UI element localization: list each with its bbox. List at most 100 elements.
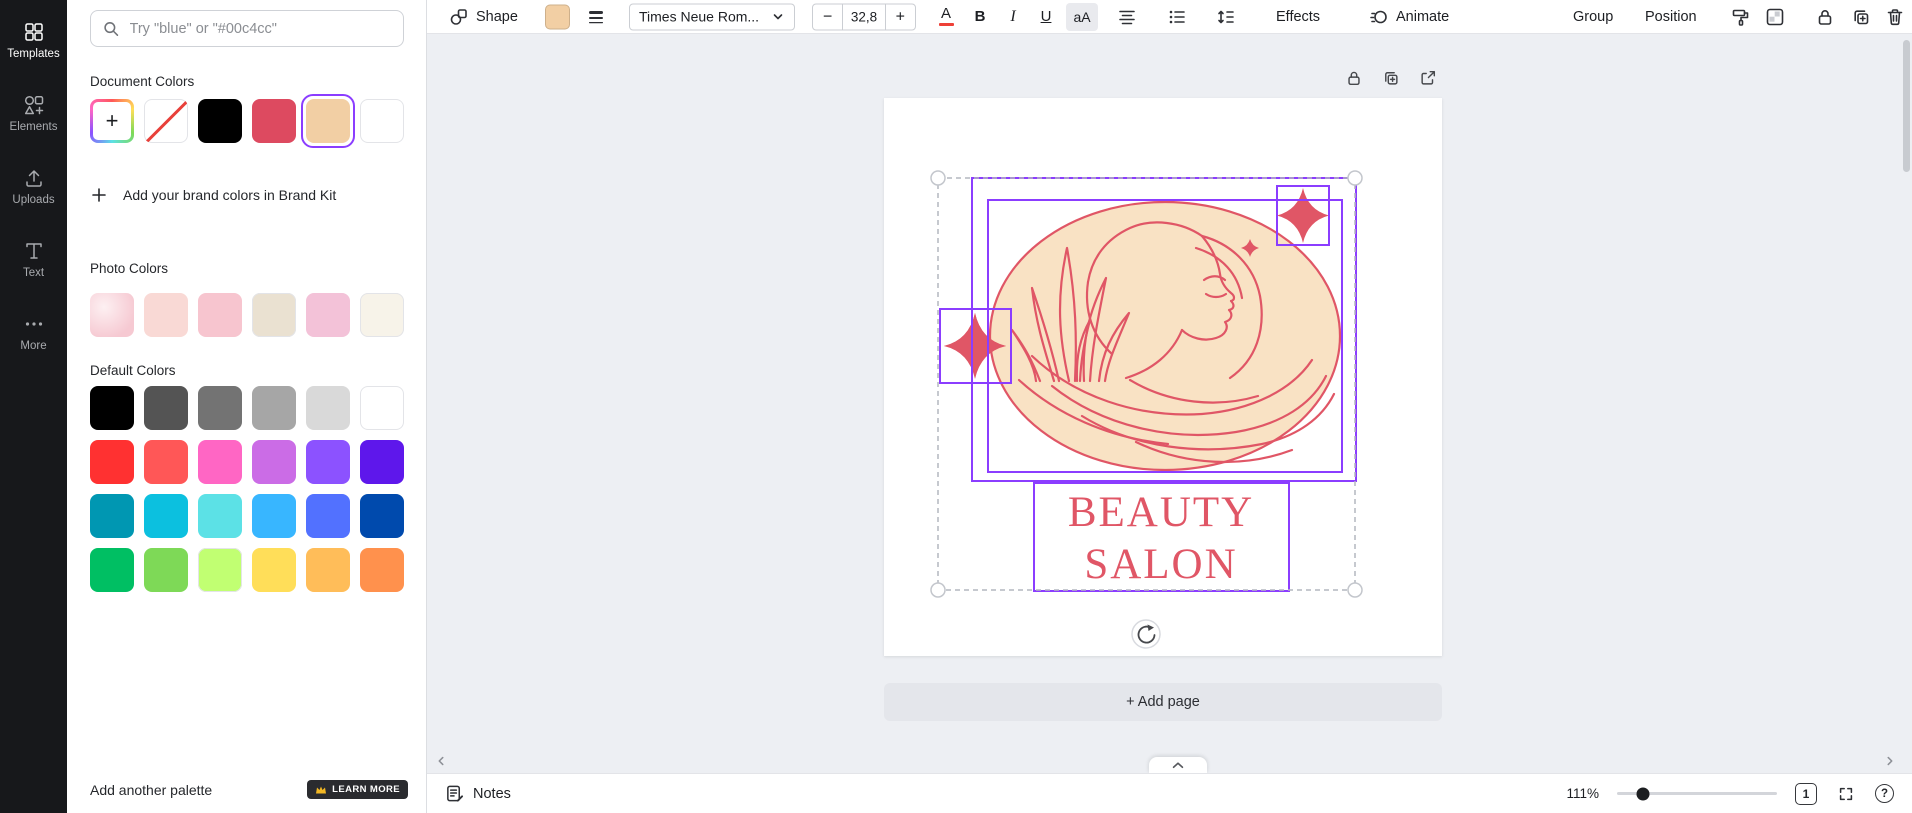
- color-swatch[interactable]: [360, 440, 404, 484]
- search-box[interactable]: [90, 10, 404, 47]
- expand-drawer-handle[interactable]: [1149, 757, 1207, 773]
- add-page-button[interactable]: + Add page: [884, 683, 1442, 721]
- color-swatch[interactable]: [90, 440, 134, 484]
- no-color-swatch[interactable]: [144, 99, 188, 143]
- scroll-right-button[interactable]: [1882, 753, 1898, 769]
- group-button[interactable]: Group: [1567, 3, 1619, 31]
- bold-button[interactable]: B: [966, 3, 994, 31]
- color-swatch[interactable]: [306, 386, 350, 430]
- color-swatch[interactable]: [360, 386, 404, 430]
- sidebar-item-uploads[interactable]: Uploads: [0, 150, 67, 223]
- color-swatch[interactable]: [144, 440, 188, 484]
- sidebar-item-text[interactable]: Text: [0, 223, 67, 296]
- fullscreen-button[interactable]: [1835, 783, 1857, 805]
- color-swatch[interactable]: [198, 494, 242, 538]
- logo-text-line1[interactable]: BEAUTY: [1068, 489, 1254, 536]
- page-indicator[interactable]: 1: [1795, 783, 1817, 805]
- scroll-left-button[interactable]: [433, 753, 449, 769]
- sidebar-item-templates[interactable]: Templates: [0, 4, 67, 77]
- lock-button[interactable]: [1811, 3, 1839, 31]
- color-swatch[interactable]: [306, 440, 350, 484]
- brand-kit-label: Add your brand colors in Brand Kit: [123, 187, 336, 203]
- logo-text-line2[interactable]: SALON: [1084, 541, 1237, 588]
- rotate-handle[interactable]: [1132, 620, 1160, 648]
- color-swatch[interactable]: [360, 293, 404, 337]
- color-swatch[interactable]: [144, 386, 188, 430]
- copy-style-icon: [1731, 7, 1751, 27]
- selection-handle-bottom-right[interactable]: [1348, 583, 1362, 597]
- sidebar-item-elements[interactable]: Elements: [0, 77, 67, 150]
- help-button[interactable]: ?: [1875, 784, 1894, 803]
- duplicate-selection-button[interactable]: [1381, 68, 1401, 88]
- selected-color-swatch[interactable]: [306, 99, 350, 143]
- color-swatch[interactable]: [198, 548, 242, 592]
- color-swatch[interactable]: [144, 548, 188, 592]
- effects-button[interactable]: Effects: [1270, 3, 1326, 31]
- color-swatch[interactable]: [252, 386, 296, 430]
- color-swatch[interactable]: [144, 494, 188, 538]
- color-swatch[interactable]: [90, 386, 134, 430]
- sidebar-item-more[interactable]: More: [0, 296, 67, 369]
- color-swatch[interactable]: [198, 386, 242, 430]
- fill-color-button[interactable]: [545, 4, 570, 29]
- vertical-scrollbar[interactable]: [1903, 40, 1910, 172]
- transparency-button[interactable]: [1761, 3, 1789, 31]
- color-swatch[interactable]: [90, 548, 134, 592]
- selection-handle-top-left[interactable]: [931, 171, 945, 185]
- color-swatch[interactable]: [198, 440, 242, 484]
- move-selection-button[interactable]: [1418, 68, 1438, 88]
- add-brand-colors-button[interactable]: Add your brand colors in Brand Kit: [90, 186, 336, 204]
- font-name: Times Neue Rom...: [639, 9, 759, 25]
- zoom-level[interactable]: 111%: [1561, 786, 1599, 801]
- color-swatch[interactable]: [90, 494, 134, 538]
- underline-button[interactable]: U: [1032, 3, 1060, 31]
- text-align-button[interactable]: [1113, 3, 1141, 31]
- add-color-button[interactable]: +: [90, 99, 134, 143]
- color-swatch[interactable]: [198, 293, 242, 337]
- duplicate-button[interactable]: [1847, 3, 1875, 31]
- color-swatch[interactable]: [306, 293, 350, 337]
- text-color-button[interactable]: A: [932, 3, 960, 31]
- border-style-button[interactable]: [583, 3, 609, 31]
- font-size-decrease-button[interactable]: −: [813, 4, 842, 29]
- beauty-salon-logo[interactable]: BEAUTY SALON: [884, 98, 1442, 656]
- color-swatch[interactable]: [252, 99, 296, 143]
- add-another-palette-link[interactable]: Add another palette: [90, 782, 212, 798]
- search-input[interactable]: [128, 20, 391, 38]
- font-size-value[interactable]: 32,8: [842, 4, 885, 29]
- notes-button[interactable]: Notes: [445, 784, 511, 803]
- line-spacing-button[interactable]: [1212, 3, 1240, 31]
- color-swatch[interactable]: [90, 293, 134, 337]
- font-size-increase-button[interactable]: +: [886, 4, 915, 29]
- color-swatch[interactable]: [252, 440, 296, 484]
- color-swatch[interactable]: [252, 293, 296, 337]
- logo-artwork[interactable]: BEAUTY SALON: [944, 188, 1340, 588]
- color-swatch[interactable]: [360, 548, 404, 592]
- text-case-button[interactable]: aA: [1066, 3, 1098, 31]
- zoom-slider-knob[interactable]: [1637, 787, 1650, 800]
- sparkle-star-small[interactable]: [1277, 188, 1329, 243]
- learn-more-button[interactable]: LEARN MORE: [307, 780, 408, 799]
- color-swatch[interactable]: [306, 548, 350, 592]
- design-page[interactable]: BEAUTY SALON: [884, 98, 1442, 656]
- color-swatch[interactable]: [252, 548, 296, 592]
- color-swatch[interactable]: [360, 494, 404, 538]
- position-button[interactable]: Position: [1639, 3, 1703, 31]
- color-swatch[interactable]: [144, 293, 188, 337]
- italic-button[interactable]: I: [999, 3, 1027, 31]
- bullet-list-button[interactable]: [1163, 3, 1191, 31]
- font-family-select[interactable]: Times Neue Rom...: [629, 3, 795, 30]
- lock-selection-button[interactable]: [1344, 68, 1364, 88]
- selection-handle-bottom-left[interactable]: [931, 583, 945, 597]
- color-swatch[interactable]: [252, 494, 296, 538]
- animate-button[interactable]: Animate: [1363, 3, 1455, 31]
- selection-handle-top-right[interactable]: [1348, 171, 1362, 185]
- copy-style-button[interactable]: [1727, 3, 1755, 31]
- color-swatch[interactable]: [360, 99, 404, 143]
- color-swatch[interactable]: [198, 99, 242, 143]
- shape-button[interactable]: Shape: [443, 3, 524, 31]
- color-swatch[interactable]: [306, 494, 350, 538]
- delete-button[interactable]: [1881, 3, 1909, 31]
- canvas-area[interactable]: BEAUTY SALON: [427, 34, 1912, 773]
- zoom-slider[interactable]: [1617, 792, 1777, 795]
